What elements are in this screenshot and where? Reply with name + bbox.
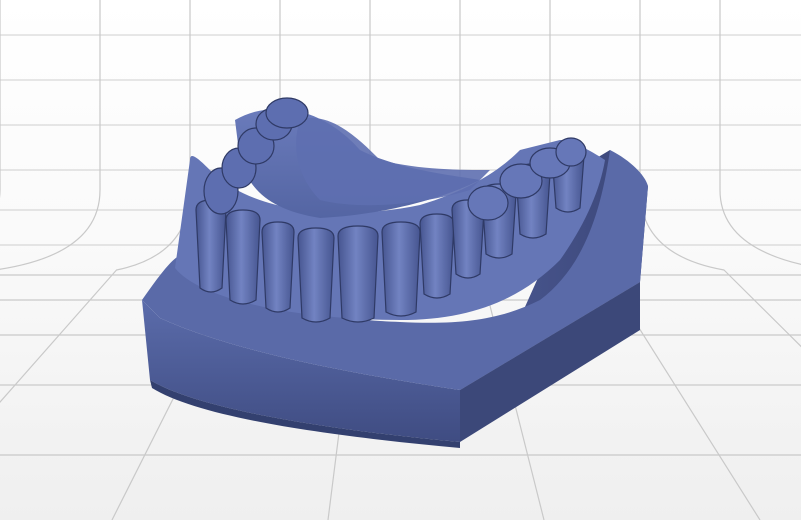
molar (467, 185, 509, 221)
molar (555, 137, 587, 167)
tooth (261, 221, 295, 313)
viewport-canvas[interactable] (0, 0, 801, 520)
tooth (419, 213, 455, 299)
molar (265, 97, 309, 129)
3d-viewport[interactable] (0, 0, 801, 520)
tooth (297, 227, 335, 323)
tooth (337, 225, 379, 323)
tooth (225, 209, 261, 305)
tooth (381, 221, 421, 317)
